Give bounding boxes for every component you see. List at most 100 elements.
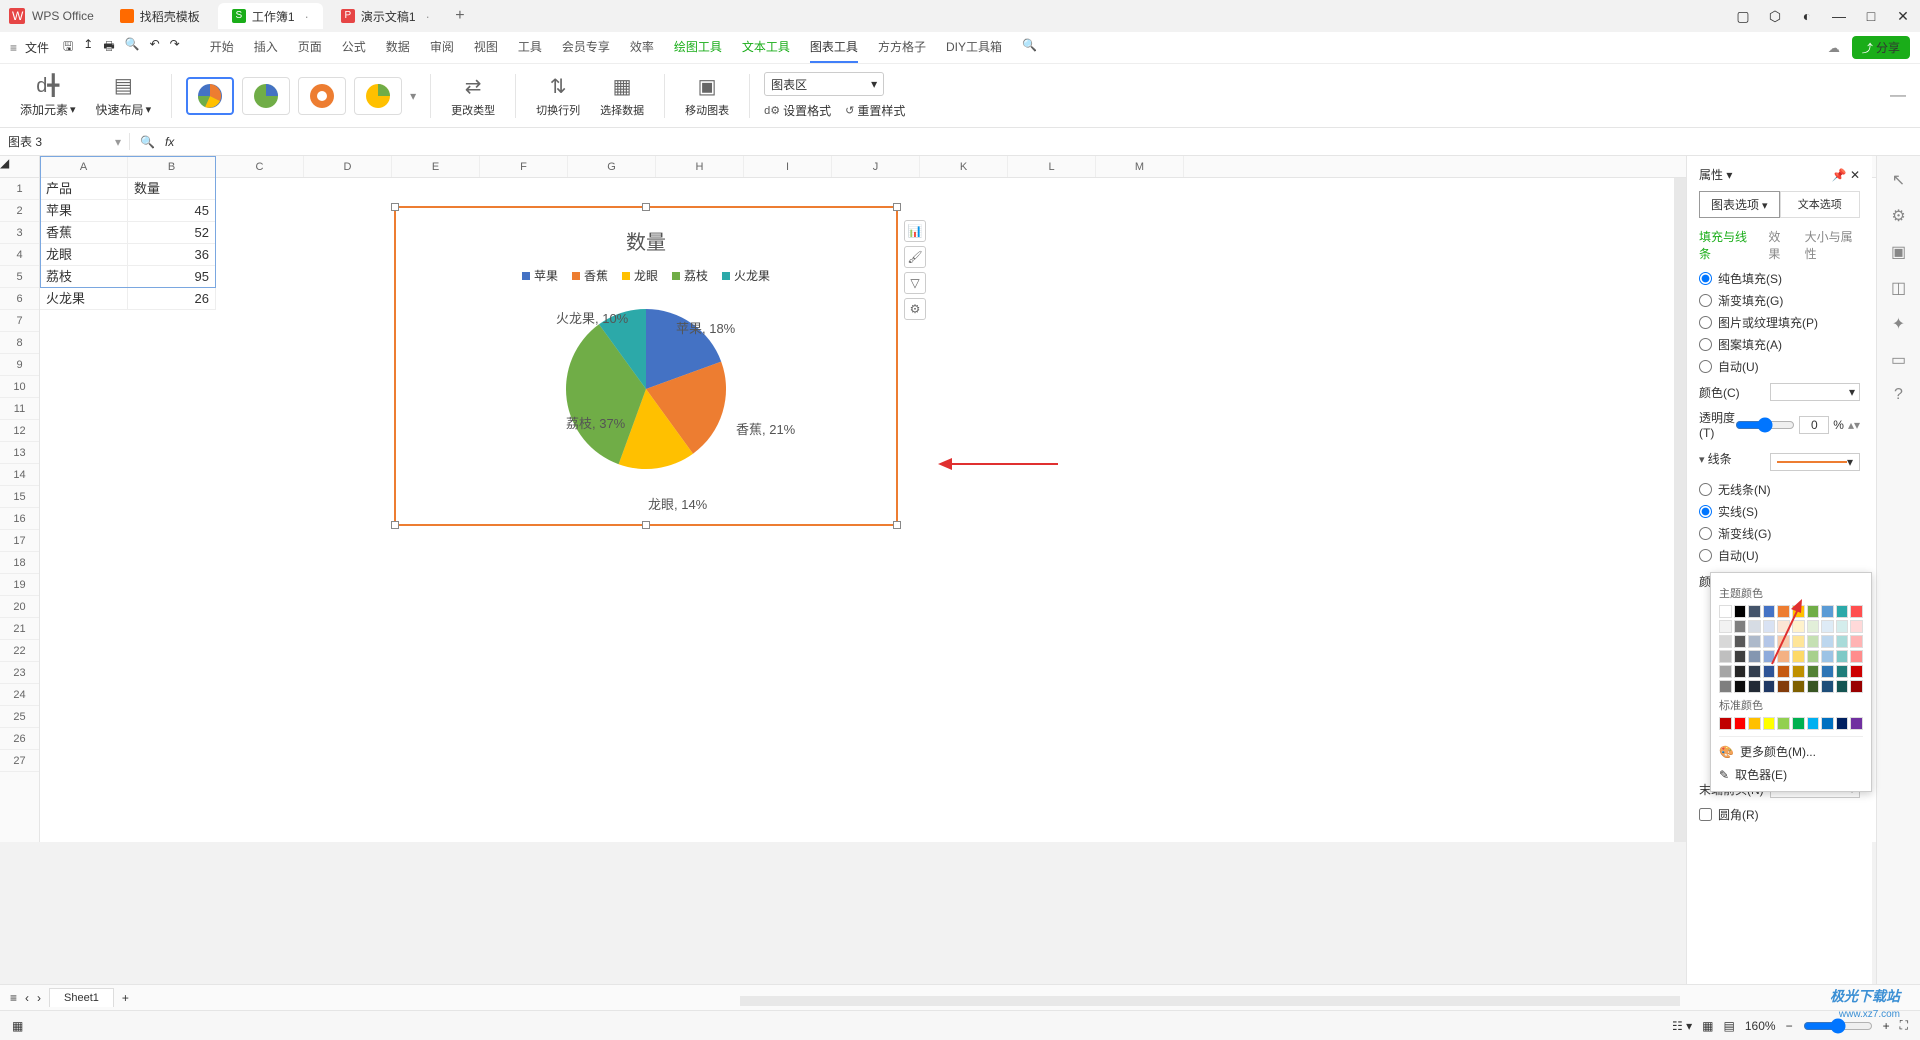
column-header[interactable]: A [40, 156, 128, 177]
horizontal-scrollbar[interactable] [740, 996, 1680, 1006]
color-swatch[interactable] [1719, 635, 1732, 648]
color-swatch[interactable] [1821, 635, 1834, 648]
column-header[interactable]: G [568, 156, 656, 177]
mtab-formula[interactable]: 公式 [342, 32, 366, 63]
color-swatch[interactable] [1807, 680, 1820, 693]
preview-icon[interactable]: 🔍 [125, 37, 140, 58]
search-icon[interactable]: 🔍 [1022, 32, 1037, 63]
print-icon[interactable]: 🖶 [103, 37, 114, 58]
mtab-data[interactable]: 数据 [386, 32, 410, 63]
color-swatch[interactable] [1748, 680, 1761, 693]
radio-line-none[interactable]: 无线条(N) [1699, 481, 1860, 498]
color-swatch[interactable] [1850, 665, 1863, 678]
redo-icon[interactable]: ↷ [170, 37, 180, 58]
radio-fill-auto[interactable]: 自动(U) [1699, 358, 1860, 375]
column-header[interactable]: K [920, 156, 1008, 177]
chart-styles-icon[interactable]: 🖌 [904, 246, 926, 268]
cell-B3[interactable]: 52 [128, 222, 216, 244]
row-header[interactable]: 10 [0, 376, 39, 398]
row-header[interactable]: 21 [0, 618, 39, 640]
sheet-prev-icon[interactable]: ‹ [25, 991, 29, 1005]
row-header[interactable]: 3 [0, 222, 39, 244]
row-header[interactable]: 7 [0, 310, 39, 332]
subtab-size[interactable]: 大小与属性 [1805, 228, 1860, 262]
color-swatch[interactable] [1836, 650, 1849, 663]
window-close-icon[interactable]: ✕ [1894, 8, 1912, 25]
view-normal-icon[interactable]: ☷ ▾ [1672, 1019, 1692, 1033]
row-header[interactable]: 9 [0, 354, 39, 376]
chart-legend[interactable]: 苹果 香蕉 龙眼 荔枝 火龙果 [396, 267, 896, 284]
cell-A1[interactable]: 产品 [40, 178, 128, 200]
row-header[interactable]: 19 [0, 574, 39, 596]
mtab-vip[interactable]: 会员专享 [562, 32, 610, 63]
share-button[interactable]: ⤴ 分享 [1852, 36, 1910, 59]
color-swatch[interactable] [1763, 620, 1776, 633]
color-swatch[interactable] [1807, 635, 1820, 648]
color-swatch[interactable] [1792, 605, 1805, 618]
book-icon[interactable]: ▭ [1891, 350, 1906, 370]
row-header[interactable]: 20 [0, 596, 39, 618]
undo-icon[interactable]: ↶ [150, 37, 160, 58]
row-header[interactable]: 16 [0, 508, 39, 530]
column-header[interactable]: L [1008, 156, 1096, 177]
resize-handle[interactable] [642, 203, 650, 211]
color-swatch[interactable] [1719, 680, 1732, 693]
color-swatch[interactable] [1734, 620, 1747, 633]
line-preview[interactable]: ▾ [1770, 453, 1860, 471]
cell-B5[interactable]: 95 [128, 266, 216, 288]
close-icon[interactable]: ✕ [1850, 168, 1860, 182]
tab-text-options[interactable]: 文本选项 [1780, 191, 1861, 218]
cell-A6[interactable]: 火龙果 [40, 288, 128, 310]
color-swatch[interactable] [1821, 605, 1834, 618]
color-swatch[interactable] [1807, 650, 1820, 663]
color-swatch[interactable] [1850, 717, 1863, 730]
fx-icon[interactable]: fx [165, 135, 174, 149]
select-all-cell[interactable]: ◢ [0, 156, 39, 178]
set-format-button[interactable]: d⚙ 设置格式 [764, 102, 831, 119]
chart-settings-icon[interactable]: ⚙ [904, 298, 926, 320]
resize-handle[interactable] [642, 521, 650, 529]
color-swatch[interactable] [1850, 650, 1863, 663]
mtab-ffgz[interactable]: 方方格子 [878, 32, 926, 63]
color-swatch[interactable] [1792, 680, 1805, 693]
chart-style-4[interactable] [354, 77, 402, 115]
row-header[interactable]: 18 [0, 552, 39, 574]
mtab-tools[interactable]: 工具 [518, 32, 542, 63]
column-header[interactable]: J [832, 156, 920, 177]
color-swatch[interactable] [1719, 620, 1732, 633]
column-header[interactable]: I [744, 156, 832, 177]
radio-fill-pattern[interactable]: 图案填充(A) [1699, 336, 1860, 353]
color-swatch[interactable] [1821, 680, 1834, 693]
color-swatch[interactable] [1748, 717, 1761, 730]
transparency-input[interactable] [1799, 416, 1829, 434]
row-header[interactable]: 8 [0, 332, 39, 354]
select-data-button[interactable]: ▦选择数据 [594, 74, 650, 118]
transparency-slider[interactable] [1735, 417, 1795, 433]
resize-handle[interactable] [391, 521, 399, 529]
color-swatch[interactable] [1836, 635, 1849, 648]
radio-fill-solid[interactable]: 纯色填充(S) [1699, 270, 1860, 287]
color-swatch[interactable] [1719, 650, 1732, 663]
color-swatch[interactable] [1777, 605, 1790, 618]
color-swatch[interactable] [1850, 605, 1863, 618]
add-element-button[interactable]: d╋添加元素 ▾ [14, 73, 82, 118]
sheet-next-icon[interactable]: › [37, 991, 41, 1005]
color-swatch[interactable] [1719, 717, 1732, 730]
radio-fill-picture[interactable]: 图片或纹理填充(P) [1699, 314, 1860, 331]
window-icon[interactable]: ▢ [1734, 8, 1752, 25]
file-menu[interactable]: 文件 [25, 39, 49, 56]
select-tool-icon[interactable]: ↖ [1892, 170, 1905, 190]
row-header[interactable]: 22 [0, 640, 39, 662]
color-swatch[interactable] [1748, 665, 1761, 678]
color-swatch[interactable] [1777, 665, 1790, 678]
new-tab-button[interactable]: + [448, 7, 472, 25]
column-header[interactable]: D [304, 156, 392, 177]
help-icon[interactable]: ? [1894, 386, 1903, 404]
color-swatch[interactable] [1850, 680, 1863, 693]
effects-icon[interactable]: ✦ [1892, 314, 1905, 334]
fullscreen-icon[interactable]: ⛶ [1900, 1018, 1908, 1033]
mtab-text[interactable]: 文本工具 [742, 32, 790, 63]
close-icon[interactable]: · [426, 9, 430, 24]
row-header[interactable]: 11 [0, 398, 39, 420]
radio-line-solid[interactable]: 实线(S) [1699, 503, 1860, 520]
